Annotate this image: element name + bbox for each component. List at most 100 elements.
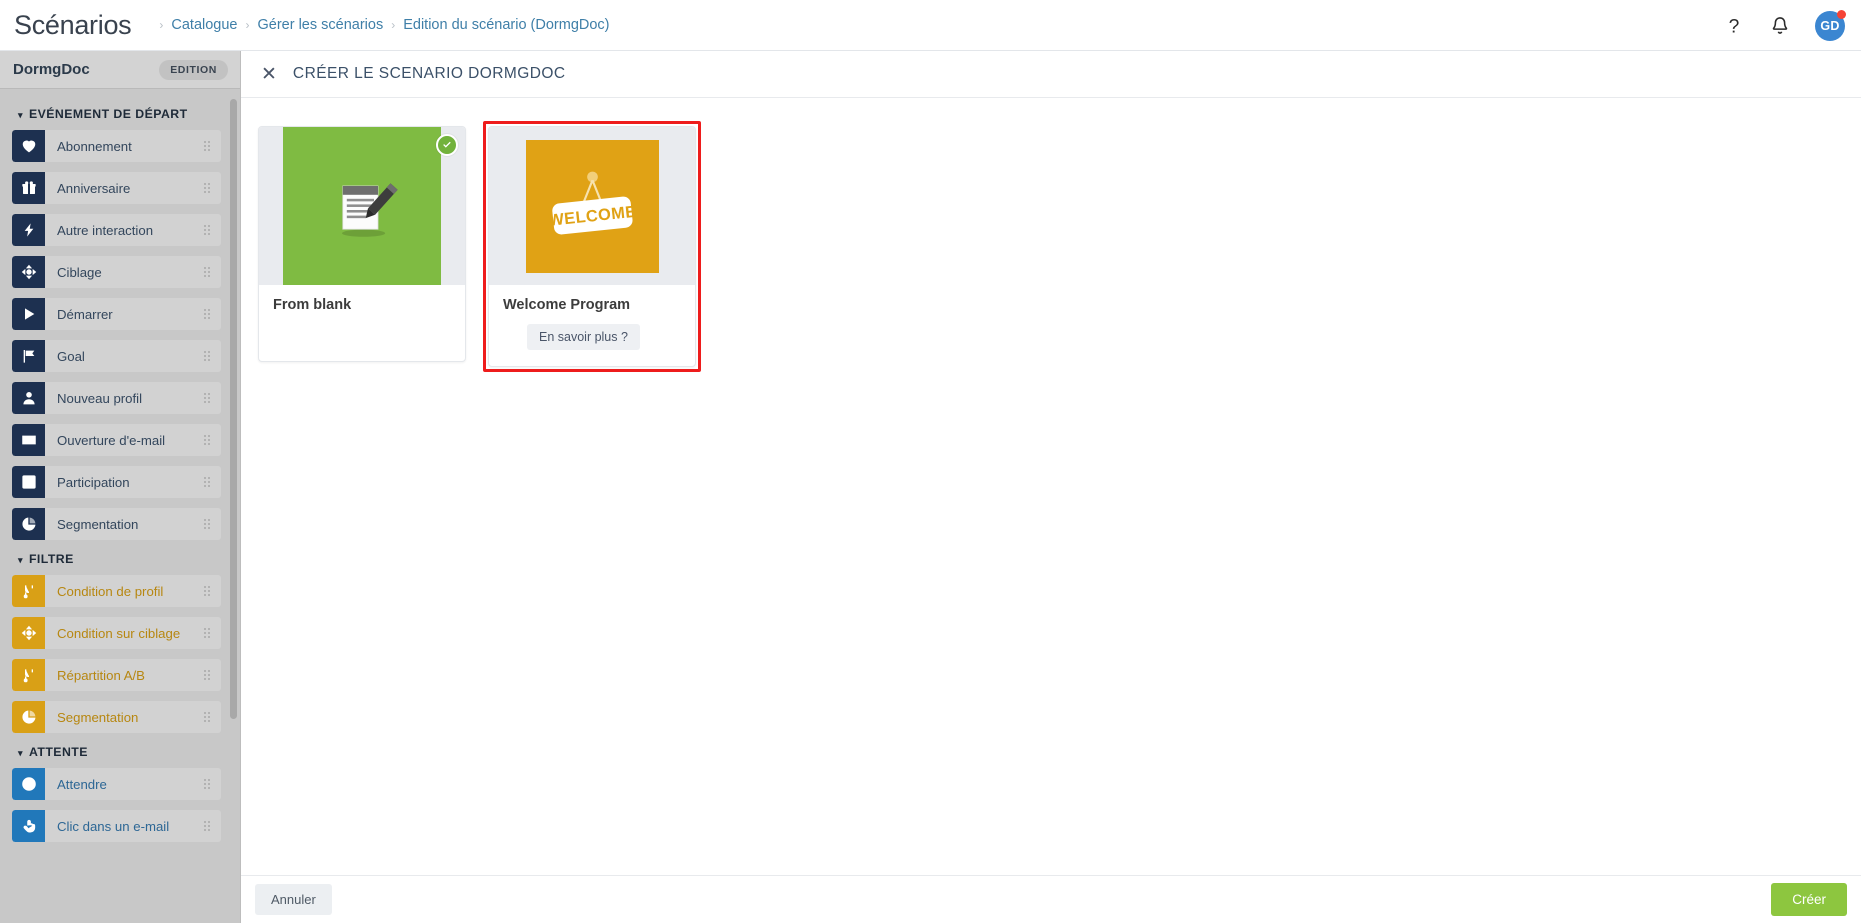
- checkbox-icon: [12, 466, 45, 498]
- play-icon: [12, 298, 45, 330]
- sidebar-item-label: Segmentation: [57, 709, 139, 725]
- sidebar-item-label: Démarrer: [57, 306, 113, 322]
- drag-handle-icon[interactable]: [203, 224, 212, 236]
- drag-handle-icon[interactable]: [203, 585, 212, 597]
- sidebar-item-r-partition-a-b[interactable]: Répartition A/B: [12, 659, 221, 691]
- template-thumbnail[interactable]: WELCOME: [489, 127, 695, 285]
- template-card-title: Welcome Program: [503, 297, 631, 313]
- header-actions: ? GD: [1723, 0, 1846, 51]
- sidebar-item-label: Anniversaire: [57, 180, 131, 196]
- template-card-welcome-program[interactable]: WELCOME Welcome Program En savoir plus ?: [488, 126, 696, 367]
- modal-header: ✕ CRÉER LE SCENARIO DORMGDOC: [241, 51, 1861, 98]
- sidebar-item-participation[interactable]: Participation: [12, 466, 221, 498]
- sidebar-section-label: EVÉNEMENT DE DÉPART: [28, 107, 188, 121]
- drag-handle-icon[interactable]: [203, 350, 212, 362]
- drag-handle-icon[interactable]: [203, 518, 212, 530]
- document-pencil-icon: [342, 183, 398, 237]
- sidebar-item-abonnement[interactable]: Abonnement: [12, 130, 221, 162]
- sidebar: DormgDoc EDITION ▾ EVÉNEMENT DE DÉPART Abo…: [0, 51, 241, 923]
- sidebar-item-label: Ciblage: [57, 264, 102, 280]
- sidebar-item-label: Segmentation: [57, 516, 139, 532]
- flag-icon: [12, 340, 45, 372]
- sidebar-scroll-area: ▾ EVÉNEMENT DE DÉPART Abonnement Anniversai…: [0, 89, 241, 923]
- cancel-button[interactable]: Annuler: [255, 884, 332, 915]
- sidebar-item-label: Nouveau profil: [57, 390, 143, 406]
- sidebar-item-d-marrer[interactable]: Démarrer: [12, 298, 221, 330]
- sidebar-document-name: DormgDoc: [13, 61, 90, 78]
- template-thumbnail[interactable]: [259, 127, 465, 285]
- drag-handle-icon[interactable]: [203, 266, 212, 278]
- gift-icon: [12, 172, 45, 204]
- chevron-down-icon: ▾: [18, 109, 23, 120]
- sidebar-item-label: Participation: [57, 474, 130, 490]
- sidebar-item-condition-de-profil[interactable]: Condition de profil: [12, 575, 221, 607]
- drag-handle-icon[interactable]: [203, 434, 212, 446]
- svg-text:?: ?: [1729, 16, 1740, 37]
- drag-handle-icon[interactable]: [203, 627, 212, 639]
- sidebar-item-segmentation[interactable]: Segmentation: [12, 701, 221, 733]
- drag-handle-icon[interactable]: [203, 476, 212, 488]
- user-icon: [12, 382, 45, 414]
- envelope-open-icon: [12, 424, 45, 456]
- breadcrumb-separator: ›: [245, 18, 250, 32]
- sidebar-scrollbar[interactable]: [230, 99, 237, 719]
- drag-handle-icon[interactable]: [203, 182, 212, 194]
- template-card-from-blank[interactable]: From blank: [258, 126, 466, 362]
- drag-handle-icon[interactable]: [203, 778, 212, 790]
- avatar[interactable]: GD: [1815, 9, 1846, 41]
- sidebar-section-header[interactable]: ▾ FILTRE: [18, 552, 221, 566]
- sidebar-item-goal[interactable]: Goal: [12, 340, 221, 372]
- sidebar-item-label: Condition sur ciblage: [57, 625, 181, 641]
- branch-icon: [12, 659, 45, 691]
- sidebar-item-label: Clic dans un e-mail: [57, 818, 170, 834]
- target-move-icon: [12, 617, 45, 649]
- sidebar-item-label: Autre interaction: [57, 222, 154, 238]
- hand-pointer-icon: [12, 810, 45, 842]
- sidebar-item-attendre[interactable]: Attendre: [12, 768, 221, 800]
- drag-handle-icon[interactable]: [203, 669, 212, 681]
- sidebar-item-condition-sur-ciblage[interactable]: Condition sur ciblage: [12, 617, 221, 649]
- create-button[interactable]: Créer: [1771, 883, 1847, 916]
- sidebar-item-anniversaire[interactable]: Anniversaire: [12, 172, 221, 204]
- template-card-title: From blank: [273, 297, 352, 313]
- breadcrumb-item-gerer-scenarios[interactable]: Gérer les scénarios: [257, 17, 383, 33]
- drag-handle-icon[interactable]: [203, 140, 212, 152]
- sidebar-section-header[interactable]: ▾ EVÉNEMENT DE DÉPART: [18, 107, 221, 121]
- learn-more-button[interactable]: En savoir plus ?: [527, 324, 640, 350]
- clock-icon: [12, 768, 45, 800]
- modal-footer: Annuler Créer: [241, 875, 1861, 923]
- drag-handle-icon[interactable]: [203, 308, 212, 320]
- top-header: Scénarios › Catalogue › Gérer les scénar…: [0, 0, 1861, 51]
- breadcrumb-item-catalogue[interactable]: Catalogue: [171, 17, 237, 33]
- bolt-icon: [12, 214, 45, 246]
- chevron-down-icon: ▾: [18, 747, 23, 758]
- sidebar-item-label: Abonnement: [57, 138, 132, 154]
- sidebar-header: DormgDoc EDITION: [0, 51, 241, 89]
- drag-handle-icon[interactable]: [203, 711, 212, 723]
- close-icon[interactable]: ✕: [253, 61, 285, 88]
- sidebar-item-label: Goal: [57, 348, 85, 364]
- sidebar-item-autre-interaction[interactable]: Autre interaction: [12, 214, 221, 246]
- question-mark-icon[interactable]: ?: [1723, 15, 1745, 37]
- sidebar-item-ciblage[interactable]: Ciblage: [12, 256, 221, 288]
- sidebar-item-label: Répartition A/B: [57, 667, 145, 683]
- template-cards-area: From blank WELCOME Welcome Program En savoi…: [241, 98, 1861, 875]
- template-card-body: Welcome Program En savoir plus ?: [489, 285, 695, 366]
- sidebar-section-header[interactable]: ▾ ATTENTE: [18, 745, 221, 759]
- drag-handle-icon[interactable]: [203, 392, 212, 404]
- sidebar-section-label: ATTENTE: [28, 745, 88, 759]
- edition-badge: EDITION: [159, 59, 228, 80]
- bell-icon[interactable]: [1769, 15, 1791, 37]
- main-panel: ✕ CRÉER LE SCENARIO DORMGDOC From blank W…: [241, 51, 1861, 923]
- sidebar-item-nouveau-profil[interactable]: Nouveau profil: [12, 382, 221, 414]
- drag-handle-icon[interactable]: [203, 820, 212, 832]
- sidebar-item-clic-dans-un-e-mail[interactable]: Clic dans un e-mail: [12, 810, 221, 842]
- breadcrumb-item-edition-scenario[interactable]: Edition du scénario (DormgDoc): [403, 17, 609, 33]
- sidebar-item-label: Condition de profil: [57, 583, 164, 599]
- branch-icon: [12, 575, 45, 607]
- sidebar-item-segmentation[interactable]: Segmentation: [12, 508, 221, 540]
- sidebar-item-label: Attendre: [57, 776, 107, 792]
- sidebar-item-ouverture-d-e-mail[interactable]: Ouverture d'e-mail: [12, 424, 221, 456]
- target-move-icon: [12, 256, 45, 288]
- template-card-slot: WELCOME Welcome Program En savoir plus ?: [483, 121, 701, 372]
